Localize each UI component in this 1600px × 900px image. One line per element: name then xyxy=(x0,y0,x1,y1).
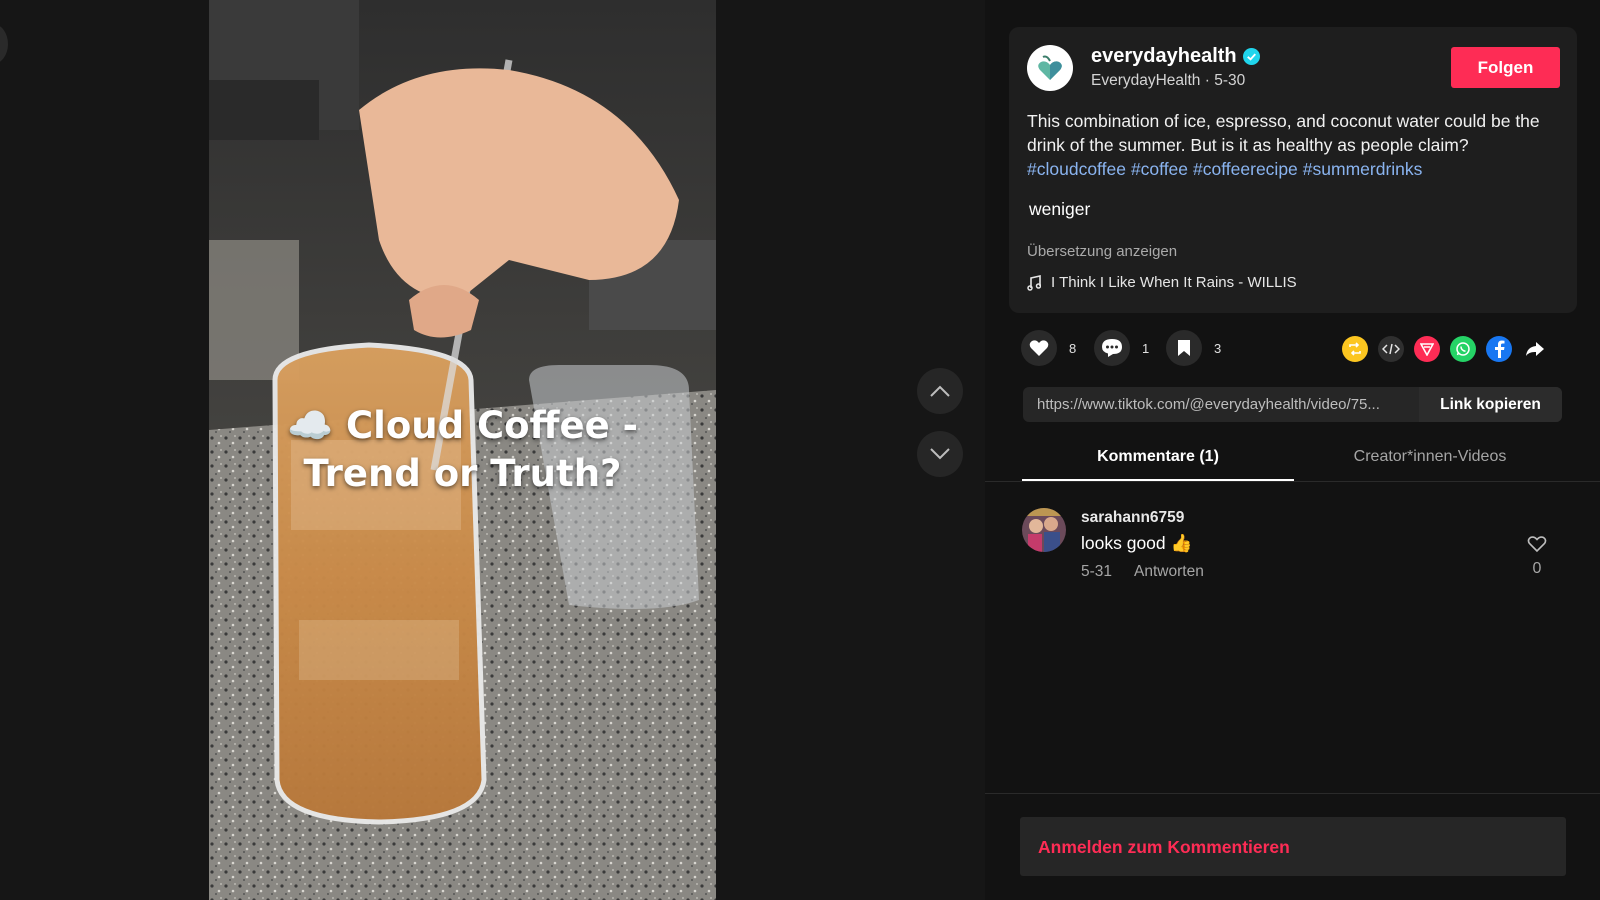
send-icon[interactable] xyxy=(1414,336,1440,362)
hashtag-link[interactable]: #cloudcoffee xyxy=(1027,159,1126,179)
comment-like-count: 0 xyxy=(1532,560,1542,577)
video-stage: ☁️ Cloud Coffee - Trend or Truth? xyxy=(0,0,985,900)
next-video-button[interactable] xyxy=(917,431,963,477)
author-subline: EverydayHealth · 5-30 xyxy=(1091,72,1246,89)
comment-like[interactable]: 0 xyxy=(1522,535,1552,578)
commenter-avatar[interactable] xyxy=(1022,508,1066,552)
divider xyxy=(985,793,1600,794)
link-share-box: https://www.tiktok.com/@everydayhealth/v… xyxy=(1023,387,1562,422)
heart-icon xyxy=(1029,340,1049,356)
close-button[interactable] xyxy=(0,24,8,64)
like-action[interactable]: 8 xyxy=(1021,330,1076,366)
details-panel: everydayhealth EverydayHealth · 5-30 Fol… xyxy=(985,0,1600,900)
video-description: This combination of ice, espresso, and c… xyxy=(1027,109,1567,181)
video-player[interactable]: ☁️ Cloud Coffee - Trend or Truth? xyxy=(209,0,716,900)
active-tab-indicator xyxy=(1022,479,1294,481)
share-arrow-icon[interactable] xyxy=(1522,336,1548,362)
like-button[interactable] xyxy=(1021,330,1057,366)
heart-outline-icon[interactable] xyxy=(1527,535,1547,553)
apple-heart-logo-icon xyxy=(1038,55,1062,80)
chevron-down-icon xyxy=(930,448,950,460)
facebook-icon[interactable] xyxy=(1486,336,1512,362)
copy-link-button[interactable]: Link kopieren xyxy=(1419,387,1562,422)
comment-item: sarahann6759 looks good 👍 5-31 Antworten… xyxy=(1022,505,1552,585)
hashtag-list: #cloudcoffee #coffee #coffeerecipe #summerd… xyxy=(1027,157,1567,181)
comment-action[interactable]: 1 xyxy=(1094,330,1149,366)
comment-meta: 5-31 Antworten xyxy=(1081,563,1204,581)
video-caption: ☁️ Cloud Coffee - Trend or Truth? xyxy=(287,404,638,495)
follow-button[interactable]: Folgen xyxy=(1451,47,1560,88)
reply-button[interactable]: Antworten xyxy=(1134,563,1204,581)
save-button[interactable] xyxy=(1166,330,1202,366)
comment-count: 1 xyxy=(1142,340,1150,356)
embed-icon[interactable] xyxy=(1378,336,1404,362)
music-note-icon xyxy=(1027,274,1041,291)
previous-video-button[interactable] xyxy=(917,368,963,414)
show-less-link[interactable]: weniger xyxy=(1029,199,1090,220)
chevron-up-icon xyxy=(930,385,950,397)
commenter-username[interactable]: sarahann6759 xyxy=(1081,509,1184,527)
tab-bar: Kommentare (1) Creator*innen-Videos xyxy=(985,434,1600,482)
author-handle[interactable]: everydayhealth xyxy=(1091,45,1260,68)
hashtag-link[interactable]: #coffeerecipe xyxy=(1193,159,1298,179)
save-count: 3 xyxy=(1214,340,1222,356)
verified-badge-icon xyxy=(1242,48,1260,65)
like-count: 8 xyxy=(1069,340,1077,356)
bookmark-icon xyxy=(1178,340,1190,356)
author-avatar[interactable] xyxy=(1027,45,1073,91)
tab-comments[interactable]: Kommentare (1) xyxy=(1022,448,1294,466)
comment-text: looks good 👍 xyxy=(1081,533,1193,553)
login-to-comment-button[interactable]: Anmelden zum Kommentieren xyxy=(1020,817,1566,876)
video-url-field[interactable]: https://www.tiktok.com/@everydayhealth/v… xyxy=(1037,396,1415,413)
comment-date: 5-31 xyxy=(1081,563,1113,580)
description-card: everydayhealth EverydayHealth · 5-30 Fol… xyxy=(1009,27,1577,313)
tab-creator-videos[interactable]: Creator*innen-Videos xyxy=(1294,448,1566,466)
save-action[interactable]: 3 xyxy=(1166,330,1221,366)
comment-button[interactable] xyxy=(1094,330,1130,366)
show-translation-link[interactable]: Übersetzung anzeigen xyxy=(1027,243,1177,260)
hashtag-link[interactable]: #summerdrinks xyxy=(1303,159,1423,179)
login-to-comment-label: Anmelden zum Kommentieren xyxy=(1038,837,1290,857)
repost-icon[interactable] xyxy=(1342,336,1368,362)
music-link[interactable]: I Think I Like When It Rains - WILLIS xyxy=(1027,274,1297,291)
hashtag-link[interactable]: #coffee xyxy=(1131,159,1188,179)
comment-bubble-icon xyxy=(1102,339,1122,357)
whatsapp-icon[interactable] xyxy=(1450,336,1476,362)
action-bar: 8 1 3 xyxy=(1021,330,1561,370)
tiktok-video-page: ☁️ Cloud Coffee - Trend or Truth? everyd… xyxy=(0,0,1600,900)
